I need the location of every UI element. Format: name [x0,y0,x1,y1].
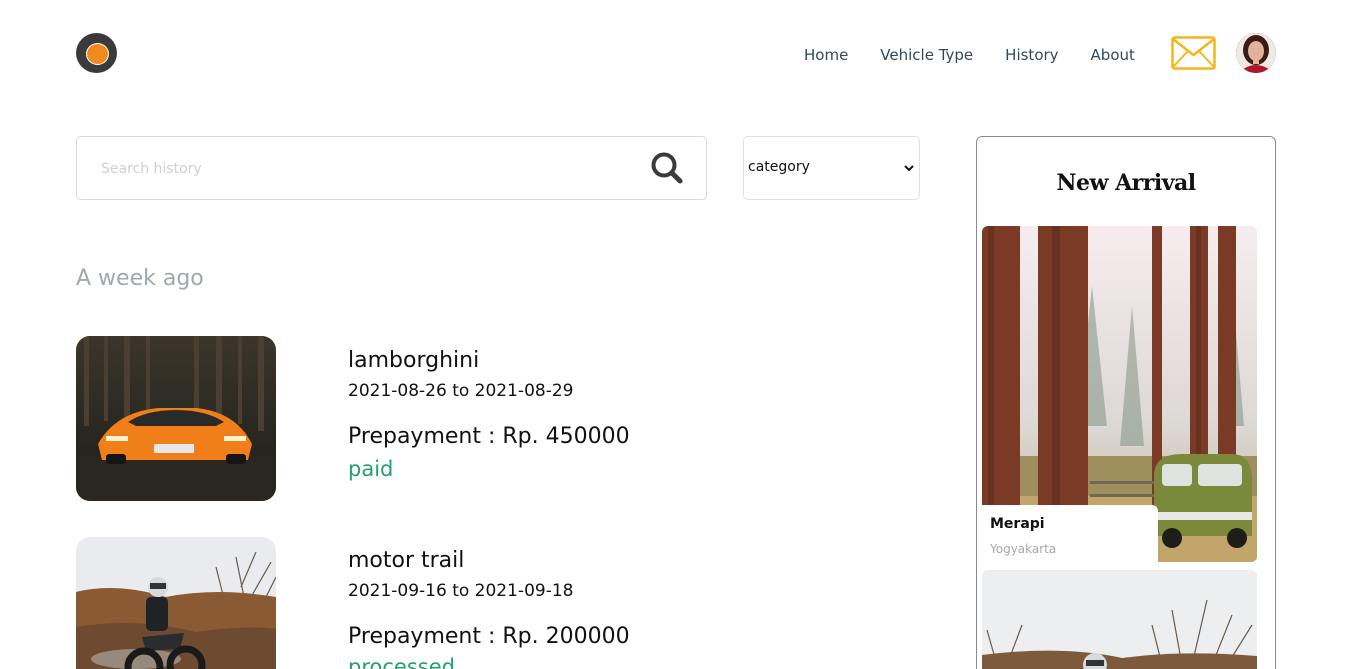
arrival-location: Yogyakarta [990,542,1057,556]
item-name: motor trail [348,548,465,573]
vehicle-image-motor-trail[interactable] [76,537,276,669]
nav-home[interactable]: Home [804,45,848,65]
category-select[interactable]: category [743,136,920,200]
logo-icon[interactable] [76,33,117,73]
section-title: A week ago [76,266,204,291]
arrival-image-second[interactable] [982,570,1257,669]
search-icon[interactable] [650,151,684,185]
nav-about[interactable]: About [1091,45,1135,65]
vehicle-image-lamborghini[interactable] [76,336,276,501]
item-dates: 2021-08-26 to 2021-08-29 [348,381,574,401]
search-input[interactable] [101,157,621,181]
arrival-name: Merapi [990,516,1045,532]
category-select-value: category [748,159,810,175]
item-prepayment: Prepayment : Rp. 200000 [348,624,630,649]
arrival-card[interactable]: Merapi Yogyakarta [982,505,1158,563]
item-status: paid [348,457,394,481]
mail-icon[interactable] [1171,36,1216,70]
item-name: lamborghini [348,348,480,373]
chevron-down-icon [904,165,914,172]
item-dates: 2021-09-16 to 2021-09-18 [348,581,574,601]
item-prepayment: Prepayment : Rp. 450000 [348,424,630,449]
nav-history[interactable]: History [1005,45,1058,65]
user-avatar[interactable] [1236,33,1276,73]
search-box [76,136,707,200]
main-nav: Home Vehicle Type History About [804,45,1135,65]
item-status: processed [348,655,455,669]
nav-vehicle-type[interactable]: Vehicle Type [880,45,973,65]
new-arrival-title: New Arrival [1056,170,1196,196]
